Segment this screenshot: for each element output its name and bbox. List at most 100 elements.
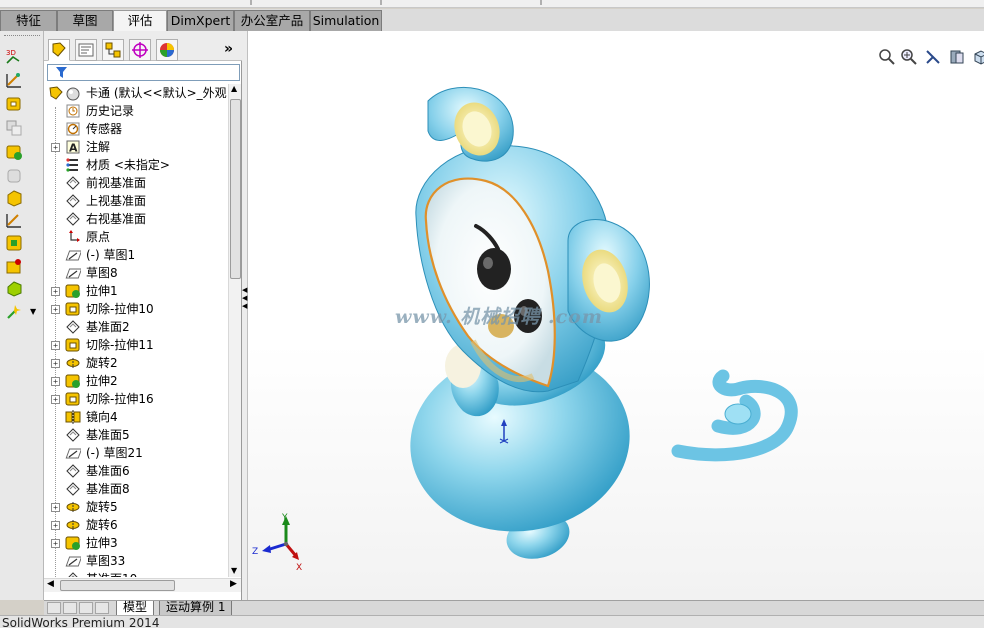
tab-features[interactable]: 特征: [0, 10, 57, 31]
tab-evaluate[interactable]: 评估: [113, 10, 167, 32]
last-tab-button[interactable]: [95, 602, 109, 614]
tree-item[interactable]: + 旋转5: [44, 498, 228, 516]
cut-icon[interactable]: [5, 234, 23, 252]
expand-icon[interactable]: +: [51, 503, 60, 512]
expand-icon[interactable]: +: [51, 395, 60, 404]
property-manager-tab[interactable]: [75, 39, 97, 61]
tab-simulation[interactable]: Simulation: [310, 10, 382, 31]
3d-sketch-icon[interactable]: 3D: [5, 47, 23, 65]
scroll-down-icon[interactable]: ▼: [231, 566, 237, 575]
instant3d-icon[interactable]: [5, 303, 23, 321]
horizontal-scroll-thumb[interactable]: [60, 580, 175, 591]
tree-item[interactable]: 原点: [44, 228, 228, 246]
feature-manager-tabs: »: [44, 31, 242, 61]
tree-item[interactable]: + 切除-拉伸11: [44, 336, 228, 354]
tree-item[interactable]: (-) 草图21: [44, 444, 228, 462]
coordinate-triad: [262, 516, 299, 560]
toolbar-grip[interactable]: [4, 35, 40, 38]
tree-item[interactable]: 基准面5: [44, 426, 228, 444]
expand-icon[interactable]: +: [51, 377, 60, 386]
graphics-viewport[interactable]: ▼ ▼ ▼ ▼ ▼: [248, 31, 984, 600]
tree-item[interactable]: 右视基准面: [44, 210, 228, 228]
boss-icon[interactable]: [5, 189, 23, 207]
collapse-panel-icon[interactable]: ◀ ◀ ◀: [242, 286, 247, 310]
triad-x-label: X: [296, 563, 302, 573]
tree-item-label: 基准面6: [86, 464, 130, 478]
feature-manager-tab[interactable]: [48, 39, 70, 61]
tree-filter-input[interactable]: [47, 64, 240, 81]
expand-icon[interactable]: +: [51, 341, 60, 350]
tree-item[interactable]: + A 注解: [44, 138, 228, 156]
tree-item[interactable]: 草图33: [44, 552, 228, 570]
tree-root-item[interactable]: 卡通 (默认<<默认>_外观: [44, 84, 228, 102]
expand-icon[interactable]: +: [51, 539, 60, 548]
material-icon: [66, 158, 78, 172]
tree-item[interactable]: + 切除-拉伸16: [44, 390, 228, 408]
cut-extrude-icon: [65, 302, 80, 316]
expand-icon[interactable]: +: [51, 143, 60, 152]
tree-item[interactable]: 基准面8: [44, 480, 228, 498]
tree-item[interactable]: (-) 草图1: [44, 246, 228, 264]
copy-icon[interactable]: [5, 119, 23, 137]
tree-item[interactable]: + 旋转2: [44, 354, 228, 372]
tree-vertical-scrollbar[interactable]: ▲ ▼: [228, 84, 241, 577]
tree-item[interactable]: + 拉伸3: [44, 534, 228, 552]
tab-dimxpert[interactable]: DimXpert: [167, 10, 234, 31]
tree-item[interactable]: + 拉伸1: [44, 282, 228, 300]
expand-icon[interactable]: +: [51, 287, 60, 296]
tab-motion-study[interactable]: 运动算例 1: [159, 601, 233, 616]
shell-icon[interactable]: [5, 167, 23, 185]
dimxpert-manager-tab[interactable]: [129, 39, 151, 61]
scroll-right-icon[interactable]: ▶: [230, 579, 237, 589]
tree-item[interactable]: 镜向4: [44, 408, 228, 426]
draft-icon[interactable]: [5, 279, 23, 297]
configuration-manager-tab[interactable]: [102, 39, 124, 61]
expand-icon[interactable]: +: [51, 359, 60, 368]
revolve-icon: [66, 502, 80, 512]
feature-tree-icon: [52, 42, 66, 57]
reference-geometry-icon[interactable]: [5, 71, 23, 89]
tree-item-label: 前视基准面: [86, 176, 147, 190]
expand-icon[interactable]: +: [51, 305, 60, 314]
rib-icon[interactable]: [5, 257, 23, 275]
expand-icon[interactable]: +: [51, 521, 60, 530]
tree-item[interactable]: 传感器: [44, 120, 228, 138]
tree-item[interactable]: 基准面6: [44, 462, 228, 480]
vertical-scroll-thumb[interactable]: [230, 99, 241, 279]
sensor-icon: [66, 122, 80, 136]
triad-z-label: Z: [252, 547, 258, 557]
cartoon-monkey-model[interactable]: Y X Z: [248, 31, 984, 600]
prev-tab-button[interactable]: [63, 602, 77, 614]
scroll-left-icon[interactable]: ◀: [47, 579, 54, 589]
tab-model[interactable]: 模型: [116, 601, 155, 616]
tree-item[interactable]: + 切除-拉伸10: [44, 300, 228, 318]
scroll-up-icon[interactable]: ▲: [231, 84, 237, 93]
tree-item[interactable]: + 拉伸2: [44, 372, 228, 390]
status-bar: SolidWorks Premium 2014: [0, 615, 984, 628]
tree-item[interactable]: 草图8: [44, 264, 228, 282]
tree-item[interactable]: 前视基准面: [44, 174, 228, 192]
plane-icon[interactable]: [5, 211, 23, 229]
tree-item[interactable]: 基准面2: [44, 318, 228, 336]
filter-icon: [56, 67, 67, 78]
feature-icon[interactable]: [5, 143, 23, 161]
tab-office-products[interactable]: 办公室产品: [234, 10, 310, 31]
more-tabs-button[interactable]: »: [224, 41, 233, 57]
display-state-icon: [66, 87, 80, 101]
extrude-icon: [65, 284, 80, 298]
tree-item-label: 切除-拉伸11: [86, 338, 154, 352]
next-tab-button[interactable]: [79, 602, 93, 614]
tab-sketch[interactable]: 草图: [57, 10, 113, 31]
tree-item[interactable]: 历史记录: [44, 102, 228, 120]
tree-horizontal-scrollbar[interactable]: ◀ ▶: [44, 578, 241, 592]
first-tab-button[interactable]: [47, 602, 61, 614]
tree-item[interactable]: 材质 <未指定>: [44, 156, 228, 174]
tree-item-label: 基准面10: [86, 572, 137, 577]
chevron-down-icon[interactable]: ▼: [30, 307, 36, 316]
tree-item[interactable]: + 旋转6: [44, 516, 228, 534]
tree-item[interactable]: 基准面10: [44, 570, 228, 577]
watermark-text: www. 机械招聘 .com: [395, 306, 603, 328]
extrude-icon[interactable]: [5, 95, 23, 113]
tree-item[interactable]: 上视基准面: [44, 192, 228, 210]
display-manager-tab[interactable]: [156, 39, 178, 61]
